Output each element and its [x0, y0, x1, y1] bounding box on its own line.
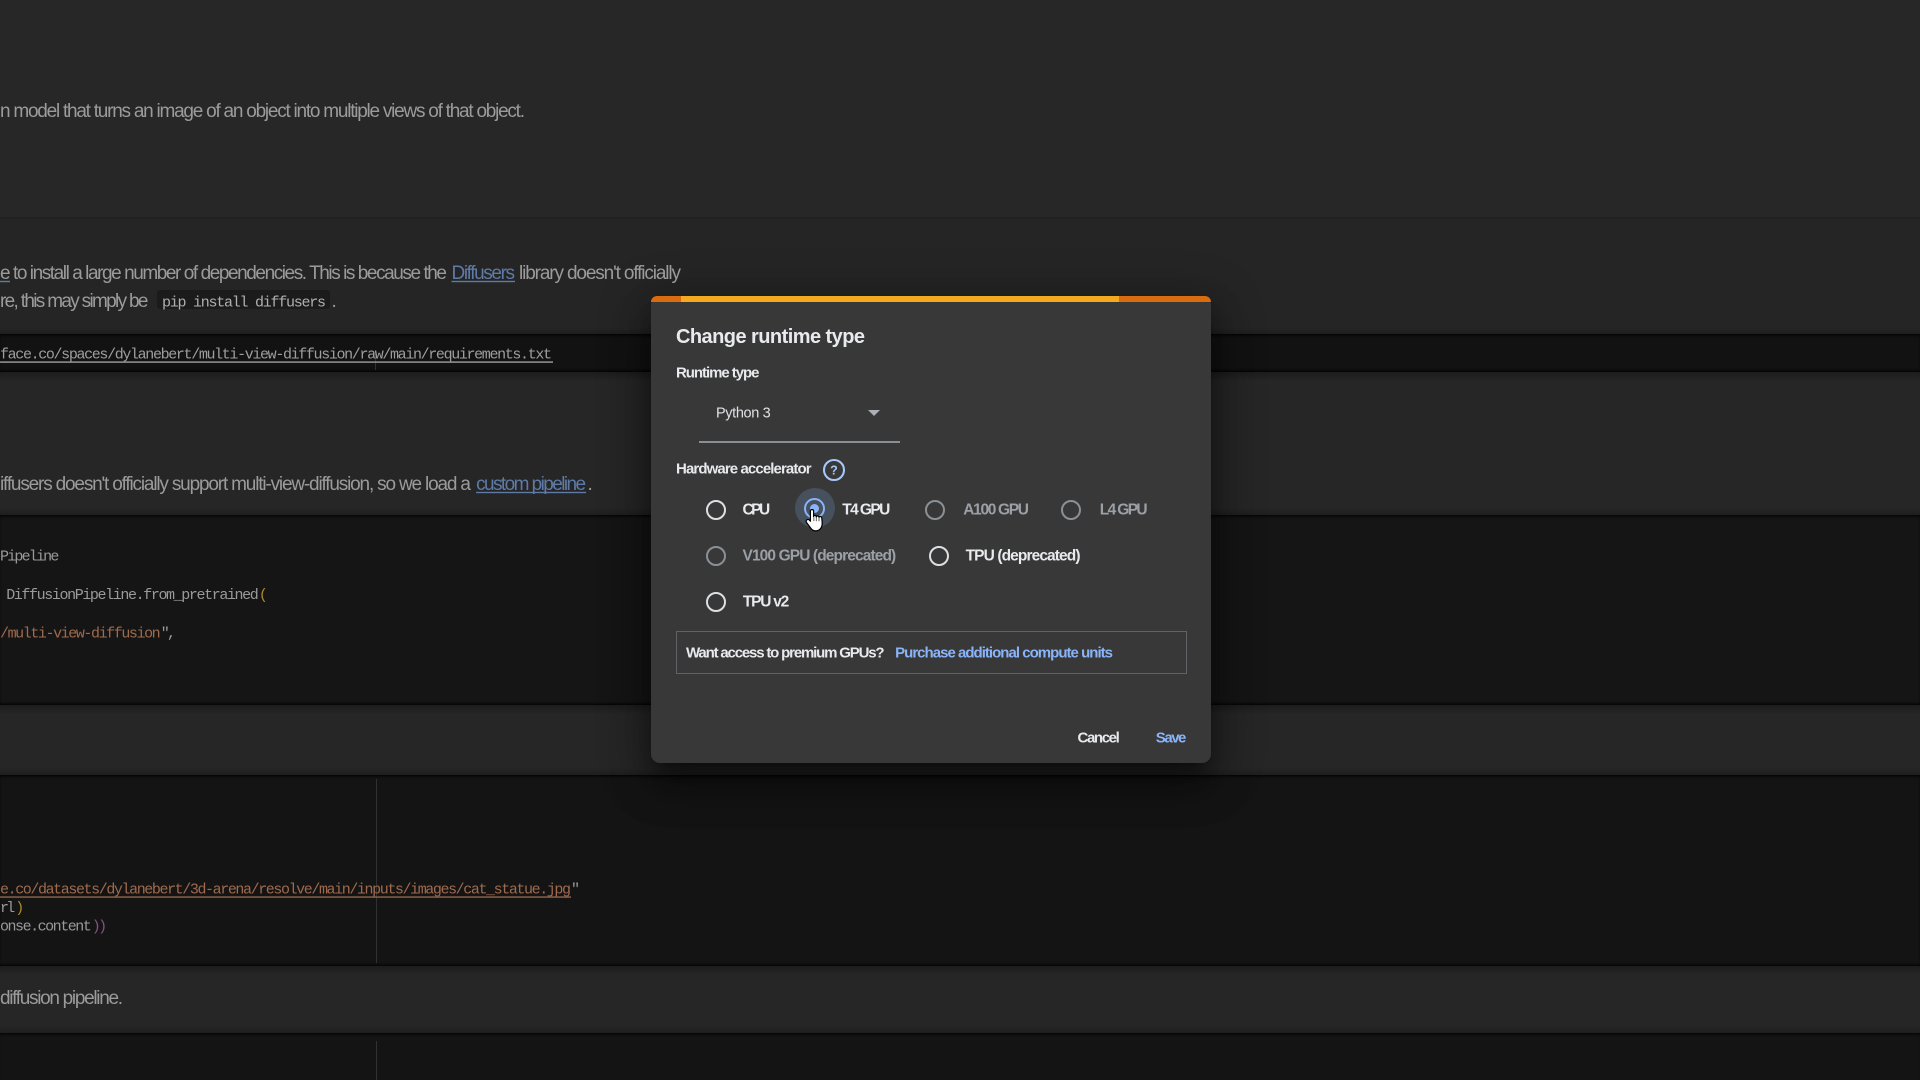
svg-text:.: . [588, 474, 593, 495]
svg-text:V100 GPU (deprecated): V100 GPU (deprecated) [743, 547, 897, 564]
svg-text:face.co/spaces/dylanebert/mult: face.co/spaces/dylanebert/multi-view-dif… [0, 347, 552, 364]
svg-text:T4 GPU: T4 GPU [842, 501, 890, 518]
svg-text:pip install diffusers: pip install diffusers [162, 294, 326, 311]
svg-text:DiffusionPipeline.from_pretrai: DiffusionPipeline.from_pretrained [6, 587, 259, 604]
svg-text:Runtime type: Runtime type [676, 365, 760, 382]
svg-text:): ) [15, 900, 24, 917]
svg-text:e.co/datasets/dylanebert/3d-ar: e.co/datasets/dylanebert/3d-arena/resolv… [0, 882, 571, 899]
svg-text:iffusers doesn't officially su: iffusers doesn't officially support mult… [0, 474, 471, 495]
svg-text:",: ", [161, 626, 176, 643]
svg-text:n model that turns an image of: n model that turns an image of an object… [0, 101, 525, 122]
svg-text:onse.content: onse.content [0, 919, 92, 936]
svg-text:)): )) [92, 919, 107, 936]
svg-text:/multi-view-diffusion: /multi-view-diffusion [0, 626, 161, 643]
svg-text:Purchase additional compute un: Purchase additional compute units [895, 645, 1113, 662]
svg-text:library doesn't officially: library doesn't officially [519, 263, 682, 284]
svg-text:(: ( [259, 587, 268, 604]
svg-text:.: . [332, 291, 337, 312]
svg-text:Change runtime type: Change runtime type [676, 326, 865, 348]
svg-text:Pipeline: Pipeline [0, 548, 59, 565]
svg-text:Python 3: Python 3 [716, 405, 771, 421]
svg-text:TPU (deprecated): TPU (deprecated) [966, 547, 1081, 564]
svg-text:": " [571, 882, 580, 899]
svg-text:diffusion pipeline.: diffusion pipeline. [0, 988, 123, 1009]
svg-text:A100 GPU: A100 GPU [963, 501, 1029, 518]
svg-text:Want access to premium GPUs?: Want access to premium GPUs? [686, 645, 885, 662]
svg-text:Save: Save [1156, 730, 1187, 747]
svg-text:Hardware accelerator: Hardware accelerator [676, 460, 812, 477]
svg-text:re, this may simply be: re, this may simply be [0, 291, 149, 312]
svg-text:CPU: CPU [743, 501, 771, 518]
svg-text:rl: rl [0, 900, 15, 917]
svg-text:e to install a large number of: e to install a large number of dependenc… [0, 263, 447, 284]
svg-text:L4 GPU: L4 GPU [1100, 501, 1148, 518]
svg-text:Cancel: Cancel [1078, 730, 1120, 747]
svg-text:TPU v2: TPU v2 [743, 594, 789, 611]
